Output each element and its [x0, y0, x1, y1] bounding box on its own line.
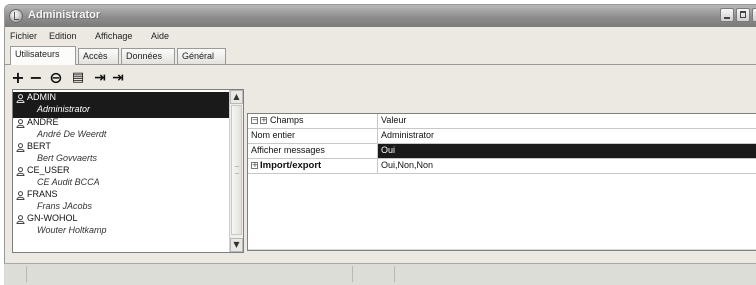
scroll-up-icon[interactable]: ▲ [230, 90, 243, 104]
user-full-name: Frans JAcobs [37, 201, 93, 211]
add-icon[interactable]: + [9, 69, 27, 87]
user-icon [16, 191, 25, 200]
user-id: BERT [27, 141, 51, 151]
scrollbar-thumb[interactable] [231, 105, 242, 235]
property-name: Nom entier [251, 130, 296, 140]
menu-bar: Fichier Edition Affichage Aide [5, 28, 756, 45]
close-button[interactable] [752, 8, 756, 22]
column-divider[interactable] [377, 114, 378, 174]
title-bar[interactable]: Administrator [5, 5, 756, 27]
window-title: Administrator [28, 9, 101, 21]
scroll-down-icon[interactable]: ▼ [230, 238, 243, 252]
property-description-area [248, 249, 756, 250]
user-icon [16, 143, 25, 152]
tab-strip: Utilisateurs Accès Données Général [5, 45, 756, 65]
minimize-button[interactable] [720, 8, 734, 22]
user-full-name: André De Weerdt [37, 129, 107, 139]
property-value[interactable]: Oui,Non,Non [381, 160, 433, 170]
user-icon [16, 167, 25, 176]
user-icon [16, 215, 25, 224]
property-row-import-export[interactable]: + Import/export Oui,Non,Non [248, 159, 756, 174]
user-id: FRANS [27, 189, 58, 199]
menu-fichier[interactable]: Fichier [10, 31, 37, 41]
user-item-ce-user[interactable]: CE_USER CE Audit BCCA [13, 165, 231, 191]
selected-value-highlight [378, 144, 756, 158]
user-list[interactable]: ADMIN Administrator ANDRE André De Weerd… [12, 89, 244, 253]
collapse-all-icon[interactable]: − [251, 117, 258, 124]
status-divider [26, 266, 27, 282]
status-bar [4, 263, 756, 285]
user-id: GN-WOHOL [27, 213, 78, 223]
export-icon[interactable]: ⇥ [91, 69, 109, 87]
tab-donnees[interactable]: Données [121, 48, 175, 64]
user-id: ANDRE [27, 117, 59, 127]
status-divider [352, 266, 353, 282]
user-full-name: Administrator [37, 104, 91, 114]
column-header-valeur[interactable]: Valeur [381, 115, 406, 125]
application-window: Administrator Fichier Edition Affichage … [4, 4, 756, 285]
toolbar: + − ⊖ ▤ ⇥ ⇥ [5, 67, 756, 89]
user-full-name: Wouter Holtkamp [37, 225, 107, 235]
tab-acces[interactable]: Accès [78, 48, 119, 64]
properties-icon[interactable]: ▤ [69, 69, 87, 87]
status-divider [394, 266, 395, 282]
property-grid[interactable]: − + Champs Valeur Nom entier Administrat… [247, 113, 756, 251]
user-item-bert[interactable]: BERT Bert Govvaerts [13, 141, 231, 167]
remove-icon[interactable]: − [27, 69, 45, 87]
menu-affichage[interactable]: Affichage [95, 31, 132, 41]
tab-utilisateurs[interactable]: Utilisateurs [10, 46, 76, 65]
property-row-nom-entier[interactable]: Nom entier Administrator [248, 129, 756, 144]
property-value[interactable]: Oui [381, 145, 395, 155]
app-icon [9, 9, 23, 23]
user-item-admin[interactable]: ADMIN Administrator [13, 92, 231, 118]
property-row-afficher-messages[interactable]: Afficher messages Oui [248, 144, 756, 159]
user-id: ADMIN [27, 92, 56, 102]
user-item-gn-wohol[interactable]: GN-WOHOL Wouter Holtkamp [13, 213, 231, 239]
expand-icon[interactable]: + [251, 162, 258, 169]
user-item-andre[interactable]: ANDRE André De Weerdt [13, 117, 231, 143]
user-list-scrollbar[interactable]: ▲ ▼ [229, 90, 243, 252]
user-full-name: CE Audit BCCA [37, 177, 100, 187]
import-icon[interactable]: ⇥ [109, 69, 127, 87]
block-icon[interactable]: ⊖ [47, 69, 65, 87]
property-grid-header: − + Champs Valeur [248, 114, 756, 129]
user-icon [16, 119, 25, 128]
maximize-button[interactable] [736, 8, 750, 22]
menu-aide[interactable]: Aide [151, 31, 169, 41]
grip-icon [235, 166, 239, 174]
user-item-frans[interactable]: FRANS Frans JAcobs [13, 189, 231, 215]
user-icon [16, 94, 25, 103]
column-header-champs[interactable]: Champs [270, 115, 304, 125]
user-id: CE_USER [27, 165, 70, 175]
menu-edition[interactable]: Edition [49, 31, 77, 41]
tab-strip-border [5, 64, 756, 65]
property-name: Afficher messages [251, 145, 325, 155]
tab-general[interactable]: Général [177, 48, 226, 64]
property-name: Import/export [260, 160, 322, 171]
property-value[interactable]: Administrator [381, 130, 434, 140]
expand-all-icon[interactable]: + [260, 117, 267, 124]
user-full-name: Bert Govvaerts [37, 153, 98, 163]
